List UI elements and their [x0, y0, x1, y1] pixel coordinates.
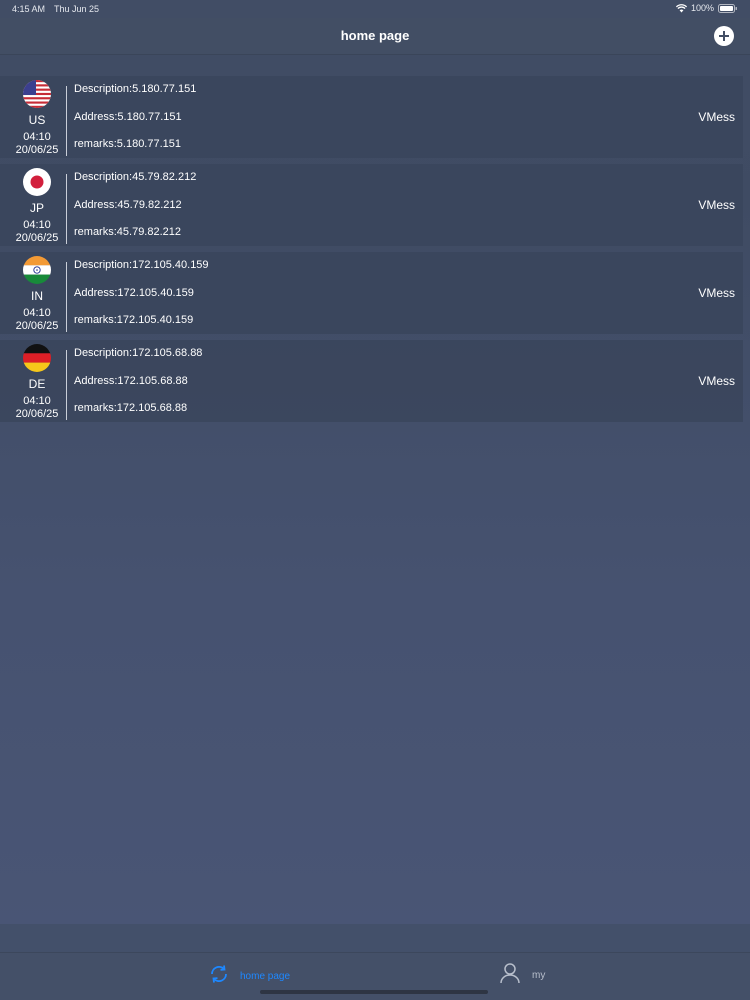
country-code: US — [28, 113, 46, 127]
battery-percent: 100% — [690, 3, 714, 13]
server-date: 20/06/25 — [15, 232, 59, 244]
server-protocol: VMess — [698, 374, 735, 388]
status-right: 100% — [675, 3, 738, 13]
in-flag-icon — [23, 256, 51, 284]
page-title: home page — [340, 28, 410, 43]
server-meta: US 04:10 20/06/25 — [0, 76, 74, 158]
status-time: 4:15 AM — [12, 4, 46, 14]
server-date: 20/06/25 — [15, 320, 59, 332]
add-server-button[interactable] — [714, 26, 734, 46]
server-time: 04:10 — [23, 219, 51, 231]
server-meta: IN 04:10 20/06/25 — [0, 252, 74, 334]
divider — [66, 86, 67, 156]
server-remarks: remarks:172.105.40.159 — [74, 314, 194, 326]
server-protocol: VMess — [698, 110, 735, 124]
server-time: 04:10 — [23, 307, 51, 319]
home-indicator — [260, 990, 488, 994]
server-row[interactable]: JP 04:10 20/06/25 Description:45.79.82.2… — [0, 164, 743, 246]
tab-home[interactable]: home page — [208, 963, 290, 990]
server-time: 04:10 — [23, 131, 51, 143]
us-flag-icon — [23, 80, 51, 108]
battery-icon — [718, 3, 738, 13]
server-description: Description:5.180.77.151 — [74, 83, 197, 95]
nav-bar: home page — [0, 18, 750, 55]
server-remarks: remarks:5.180.77.151 — [74, 138, 182, 150]
server-remarks: remarks:45.79.82.212 — [74, 226, 182, 238]
person-icon — [498, 961, 522, 990]
divider — [66, 174, 67, 244]
server-row[interactable]: IN 04:10 20/06/25 Description:172.105.40… — [0, 252, 743, 334]
server-description: Description:172.105.68.88 — [74, 347, 203, 359]
wifi-icon — [675, 3, 687, 13]
status-bar: 4:15 AM Thu Jun 25 100% — [0, 0, 750, 18]
server-row[interactable]: US 04:10 20/06/25 Description:5.180.77.1… — [0, 76, 743, 158]
server-address: Address:172.105.68.88 — [74, 375, 188, 387]
de-flag-icon — [23, 344, 51, 372]
tab-my-label: my — [532, 970, 546, 981]
server-address: Address:172.105.40.159 — [74, 287, 194, 299]
tab-my[interactable]: my — [498, 961, 545, 990]
server-address: Address:5.180.77.151 — [74, 111, 182, 123]
country-code: JP — [29, 201, 44, 215]
status-date: Thu Jun 25 — [54, 4, 100, 14]
server-protocol: VMess — [698, 198, 735, 212]
jp-flag-icon — [23, 168, 51, 196]
country-code: IN — [31, 289, 43, 303]
server-meta: DE 04:10 20/06/25 — [0, 340, 74, 422]
server-description: Description:172.105.40.159 — [74, 259, 209, 271]
server-remarks: remarks:172.105.68.88 — [74, 402, 188, 414]
server-date: 20/06/25 — [15, 408, 59, 420]
server-row[interactable]: DE 04:10 20/06/25 Description:172.105.68… — [0, 340, 743, 422]
server-meta: JP 04:10 20/06/25 — [0, 164, 74, 246]
bottom-strip — [0, 924, 750, 952]
country-code: DE — [28, 377, 46, 391]
refresh-icon — [208, 963, 230, 990]
server-date: 20/06/25 — [15, 144, 59, 156]
server-protocol: VMess — [698, 286, 735, 300]
tab-home-label: home page — [240, 971, 291, 982]
divider — [66, 350, 67, 420]
server-address: Address:45.79.82.212 — [74, 199, 182, 211]
server-list: US 04:10 20/06/25 Description:5.180.77.1… — [0, 76, 750, 428]
server-description: Description:45.79.82.212 — [74, 171, 197, 183]
divider — [66, 262, 67, 332]
server-time: 04:10 — [23, 395, 51, 407]
